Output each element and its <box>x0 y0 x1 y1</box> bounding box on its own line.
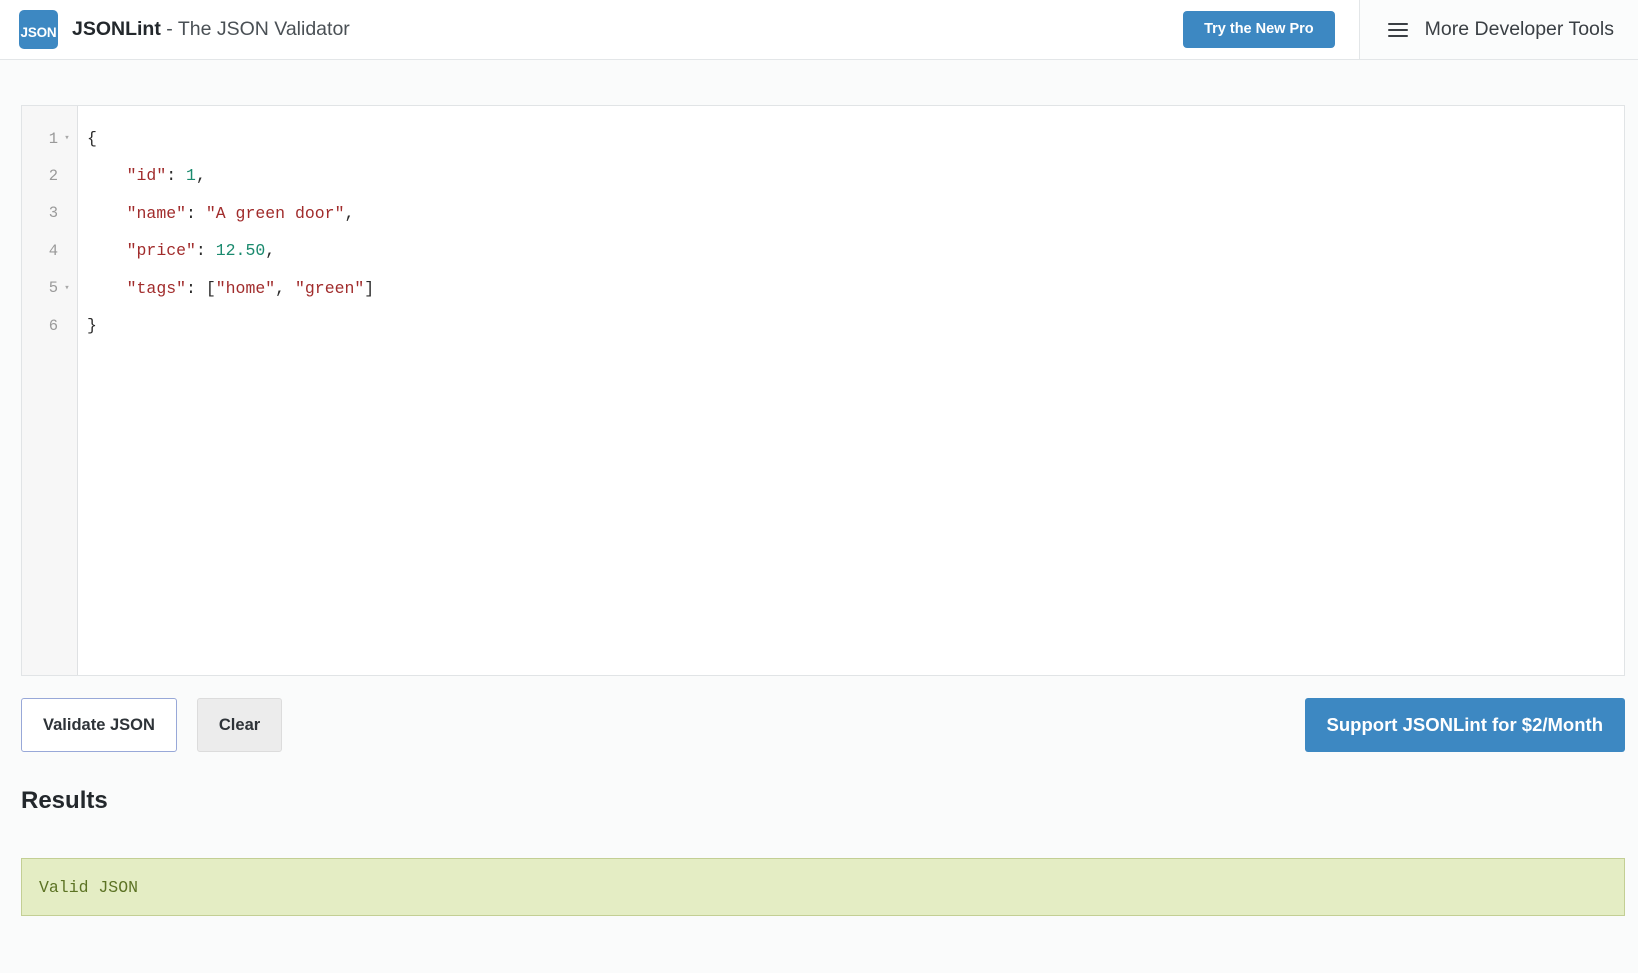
clear-button[interactable]: Clear <box>196 698 283 752</box>
token-key-id: "id" <box>126 166 167 186</box>
action-row: Validate JSON Clear Support JSONLint for… <box>21 697 1625 753</box>
gutter-row[interactable]: 6 <box>22 307 77 344</box>
more-developer-tools-menu[interactable]: More Developer Tools <box>1358 0 1638 59</box>
code-line-2: "id": 1, <box>87 157 1624 194</box>
line-number: 6 <box>48 316 58 335</box>
json-logo-text: JSON <box>20 24 57 40</box>
json-code-input[interactable]: { "id": 1, "name": "A green door", "pric… <box>78 106 1624 675</box>
token-colon: : <box>166 166 187 186</box>
token-comma: , <box>275 278 295 298</box>
token-comma: , <box>195 166 206 186</box>
brand-name: JSONLint <box>72 18 161 40</box>
validate-json-button[interactable]: Validate JSON <box>21 698 177 752</box>
token-key-price: "price" <box>126 241 196 261</box>
header-spacer <box>350 0 1183 59</box>
gutter-row[interactable]: 5 ▾ <box>22 270 77 307</box>
token-close-brace: } <box>87 315 97 335</box>
token-tag-home: "home" <box>215 278 276 298</box>
line-number-gutter: 1 ▾ 2 3 4 5 ▾ 6 <box>22 106 78 675</box>
token-key-tags: "tags" <box>126 278 187 298</box>
token-colon: : <box>195 241 216 261</box>
code-line-1: { <box>87 120 1624 157</box>
token-comma: , <box>344 203 355 223</box>
json-editor[interactable]: 1 ▾ 2 3 4 5 ▾ 6 { "id": 1, "name": "A g… <box>21 105 1625 676</box>
line-number: 5 <box>48 279 58 298</box>
token-colon: : <box>186 278 206 298</box>
line-number: 3 <box>48 204 58 223</box>
code-line-5: "tags": ["home", "green"] <box>87 270 1624 307</box>
gutter-row[interactable]: 1 ▾ <box>22 120 77 157</box>
token-tag-green: "green" <box>294 278 365 298</box>
token-open-bracket: [ <box>205 278 216 298</box>
token-key-name: "name" <box>126 203 187 223</box>
gutter-row[interactable]: 2 <box>22 157 77 194</box>
brand-tagline: - The JSON Validator <box>160 18 350 40</box>
token-open-brace: { <box>87 129 97 148</box>
try-the-new-pro-button[interactable]: Try the New Pro <box>1183 11 1335 48</box>
fold-triangle-icon[interactable]: ▾ <box>62 283 72 293</box>
code-line-4: "price": 12.50, <box>87 232 1624 269</box>
code-line-3: "name": "A green door", <box>87 195 1624 232</box>
pro-button-wrap: Try the New Pro <box>1183 0 1359 59</box>
brand-block[interactable]: JSON JSONLint - The JSON Validator <box>0 0 350 59</box>
fold-triangle-icon[interactable]: ▾ <box>62 134 72 143</box>
gutter-row[interactable]: 4 <box>22 232 77 269</box>
token-value-id: 1 <box>186 166 196 186</box>
line-number: 1 <box>48 129 58 148</box>
gutter-row[interactable]: 3 <box>22 195 77 232</box>
support-jsonlint-button[interactable]: Support JSONLint for $2/Month <box>1304 698 1625 752</box>
token-value-price: 12.50 <box>215 241 266 261</box>
validation-status-message: Valid JSON <box>39 877 139 897</box>
page-title: JSONLint - The JSON Validator <box>72 18 350 41</box>
results-heading: Results <box>21 787 108 814</box>
site-header: JSON JSONLint - The JSON Validator Try t… <box>0 0 1638 60</box>
token-comma: , <box>265 241 276 261</box>
line-number: 4 <box>48 241 58 260</box>
line-number: 2 <box>48 167 58 186</box>
token-colon: : <box>186 203 206 223</box>
token-value-name: "A green door" <box>205 203 345 223</box>
token-close-bracket: ] <box>364 278 375 298</box>
code-line-6: } <box>87 307 1624 344</box>
more-developer-tools-label: More Developer Tools <box>1424 18 1614 40</box>
hamburger-menu-icon[interactable] <box>1387 22 1408 37</box>
results-panel: Valid JSON <box>21 858 1625 916</box>
json-logo-icon: JSON <box>19 10 58 49</box>
